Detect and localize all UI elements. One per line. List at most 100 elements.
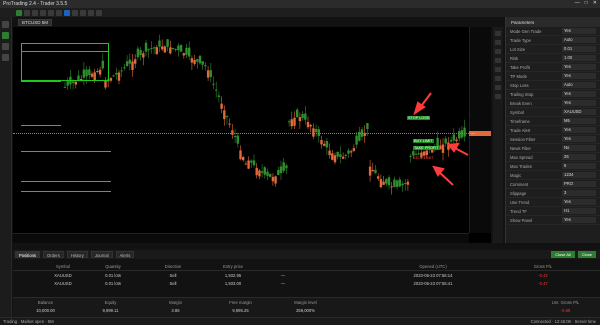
column-header[interactable]: Opened (UTC) xyxy=(393,264,473,269)
table-row[interactable]: XAUUSD 0.01 lots Sell 1,933.00 — 2023-05-23 0… xyxy=(13,279,600,287)
indicators-icon[interactable] xyxy=(64,9,70,16)
candle-body xyxy=(309,124,312,127)
measure-tool-icon[interactable] xyxy=(495,85,501,90)
column-header[interactable]: Quantity xyxy=(83,264,143,269)
candle-body xyxy=(179,45,183,52)
param-row: Lot Size 0.01 xyxy=(506,45,600,54)
param-value-field[interactable]: Yes xyxy=(562,73,596,79)
zoom-in-icon[interactable] xyxy=(48,9,54,16)
candle-body xyxy=(328,150,331,156)
param-value-field[interactable]: Yes xyxy=(562,64,596,70)
candle-body xyxy=(112,75,115,77)
tab-journal[interactable]: Journal xyxy=(90,251,113,258)
layout-icon[interactable] xyxy=(88,9,94,16)
candle-body xyxy=(239,150,242,160)
param-value-field[interactable]: 1234 xyxy=(562,172,596,178)
column-header[interactable]: Gross P/L xyxy=(513,264,573,269)
price-axis[interactable]: — xyxy=(469,27,491,233)
param-value-field[interactable]: PRO xyxy=(562,181,596,187)
candle-body xyxy=(287,121,291,123)
column-header[interactable]: Entry price xyxy=(203,264,263,269)
horizontal-line-tool-icon[interactable] xyxy=(495,49,501,54)
rectangle-tool-icon[interactable] xyxy=(495,67,501,72)
chart-tab[interactable]: BTCUSD 5M xyxy=(18,19,53,26)
line-tool-icon[interactable] xyxy=(32,9,38,16)
param-value-field[interactable]: Auto xyxy=(562,37,596,43)
param-value-field[interactable]: Yes xyxy=(562,217,596,223)
param-value-field[interactable]: 1.00 xyxy=(562,55,596,61)
param-value-field[interactable]: Auto xyxy=(562,82,596,88)
account-value: -0.89 xyxy=(560,307,571,313)
param-value-field[interactable]: Yes xyxy=(562,136,596,142)
time-axis[interactable] xyxy=(13,233,469,243)
close-all-button[interactable]: Close All xyxy=(551,251,575,258)
templates-icon[interactable] xyxy=(72,9,78,16)
param-value-field[interactable]: Yes xyxy=(562,199,596,205)
analyze-icon[interactable] xyxy=(2,54,9,61)
settings-icon[interactable] xyxy=(96,9,102,16)
status-bar: Trading · Market open · 5M Connected · 1… xyxy=(0,317,600,325)
param-label: Max Trades xyxy=(510,163,532,169)
fibonacci-tool-icon[interactable] xyxy=(495,58,501,63)
maximize-button[interactable]: □ xyxy=(585,0,588,6)
param-label: Take Profit xyxy=(510,64,530,70)
tab-positions[interactable]: Positions xyxy=(15,251,40,258)
tab-alerts[interactable]: Alerts xyxy=(115,251,135,258)
candle-body xyxy=(374,169,377,174)
candle-body xyxy=(150,48,153,50)
candle-body xyxy=(182,53,185,56)
watchlist-icon[interactable] xyxy=(2,21,9,28)
param-value-field[interactable]: 5 xyxy=(562,163,596,169)
new-order-icon[interactable] xyxy=(16,9,22,16)
param-value-field[interactable]: 3 xyxy=(562,190,596,196)
minimize-button[interactable]: — xyxy=(575,0,580,6)
crosshair-icon[interactable] xyxy=(24,9,30,16)
table-cell: 1,933.00 xyxy=(224,280,242,286)
column-header[interactable]: Direction xyxy=(143,264,203,269)
tab-history[interactable]: History xyxy=(66,251,88,258)
candle-body xyxy=(398,179,401,187)
param-value-field[interactable]: No xyxy=(562,145,596,151)
param-label: Slippage xyxy=(510,190,527,196)
param-row: Trade Alert Yes xyxy=(506,126,600,135)
param-value-field[interactable]: Yes xyxy=(562,127,596,133)
text-tool-icon[interactable] xyxy=(40,9,46,16)
cursor-tool-icon[interactable] xyxy=(495,31,501,36)
close-button[interactable]: Close xyxy=(577,251,596,258)
candle-body xyxy=(104,80,107,88)
param-row: Mode Gen Trade Yes xyxy=(506,27,600,36)
tab-orders[interactable]: Orders xyxy=(43,251,64,258)
candle-body xyxy=(296,109,299,118)
candle-body xyxy=(209,70,212,77)
param-value-field[interactable]: H1 xyxy=(562,208,596,214)
account-row: 10,000.00 9,999.11 3.86 9,995.25 259,000% -0.… xyxy=(13,306,600,314)
param-label: Trade Alert xyxy=(510,127,531,133)
param-value-field[interactable]: 0.01 xyxy=(562,46,596,52)
param-label: Show Panel xyxy=(510,217,533,223)
window-titlebar: ProTrading 2.4 - Trader 3.5.5 — □ ✕ xyxy=(0,0,600,8)
candle-body xyxy=(393,179,396,187)
parameters-panel: Parameters Mode Gen Trade Yes Trade Type Au… xyxy=(505,17,600,243)
eraser-tool-icon[interactable] xyxy=(495,94,501,99)
screenshot-icon[interactable] xyxy=(80,9,86,16)
copy-icon[interactable] xyxy=(2,43,9,50)
param-value-field[interactable]: Yes xyxy=(562,28,596,34)
column-header[interactable]: Symbol xyxy=(43,264,83,269)
param-value-field[interactable]: Yes xyxy=(562,100,596,106)
price-chart[interactable]: STOP LOSS BUY LIMIT TAKE PROFIT SELL LIM… xyxy=(13,27,491,243)
text-tool-icon[interactable] xyxy=(495,76,501,81)
candle-body xyxy=(158,40,161,47)
param-value-field[interactable]: Yes xyxy=(562,91,596,97)
candle-body xyxy=(371,169,374,172)
param-value-field[interactable]: 25 xyxy=(562,154,596,160)
param-value-field[interactable]: XAUUSD xyxy=(562,109,596,115)
param-value-field[interactable]: M5 xyxy=(562,118,596,124)
param-label: Trailing Stop xyxy=(510,91,534,97)
candle-body xyxy=(198,55,202,64)
candle-body xyxy=(233,135,237,137)
close-button[interactable]: ✕ xyxy=(593,0,597,6)
table-row[interactable]: XAUUSD 0.01 lots Sell 1,932.95 — 2023-05-23 0… xyxy=(13,271,600,279)
trade-icon[interactable] xyxy=(2,32,9,39)
zoom-out-icon[interactable] xyxy=(56,9,62,16)
trendline-tool-icon[interactable] xyxy=(495,40,501,45)
